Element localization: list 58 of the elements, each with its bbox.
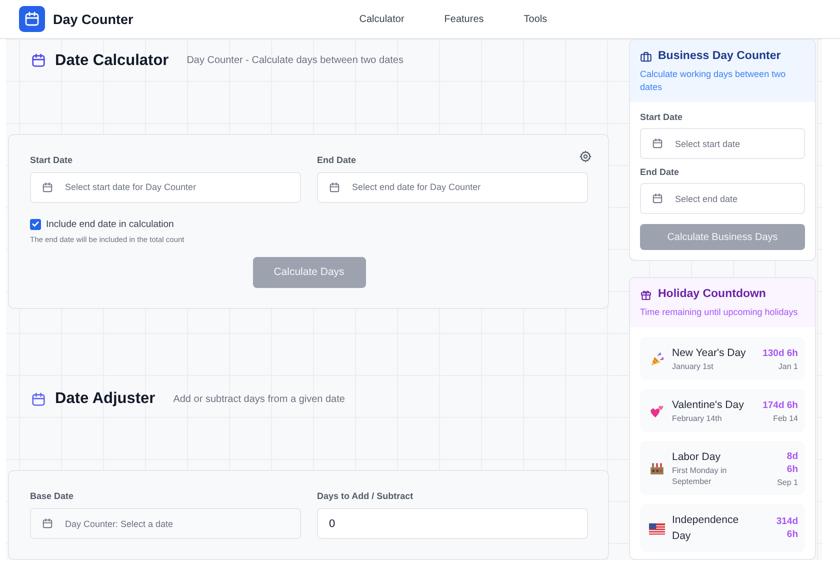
holiday-name: Labor Day [672,450,722,465]
holiday-short-date: Jan 1 [777,362,798,370]
holiday-item[interactable]: Valentine's Day February 14th 174d 6h Feb 14 [640,389,805,432]
section-title: Date Adjuster [55,390,156,408]
date-field[interactable]: Select start date [640,128,805,159]
section-subtitle: Day Counter - Calculate days between two dates [186,55,404,66]
nav-link[interactable]: Tools [524,14,548,24]
holiday-item[interactable]: New Year's Day January 1st 130d 6h Jan 1 [640,337,805,380]
factory-icon [649,460,665,476]
calendar-icon [42,182,53,192]
calendar-icon [329,182,340,192]
holiday-date: First Monday in September [672,465,728,487]
card-subtitle: Time remaining until upcoming holidays [640,306,799,319]
field-label: Start Date [640,112,684,122]
holiday-date: January 1st [672,361,714,372]
date-field[interactable]: Select end date [640,183,805,214]
nav-link[interactable]: Features [444,14,484,24]
field-label: Days to Add / Subtract [317,491,414,501]
card-title: Business Day Counter [658,50,781,62]
app-name: Day Counter [53,12,134,26]
calendar-icon [31,53,46,68]
checkbox[interactable] [30,218,41,230]
holiday-short-date: Feb 14 [772,414,798,422]
holiday-name: Independence Day [672,513,740,544]
card-subtitle: Calculate working days between two dates [640,68,787,94]
nav-link[interactable]: Calculator [359,14,404,24]
holiday-item[interactable]: Labor Day First Monday in September 8d 6h Sep 1 [640,441,805,495]
countdown-text: 174d 6h [762,398,798,412]
logo-icon [19,6,45,32]
briefcase-icon [640,50,652,62]
calendar-icon [31,392,46,407]
calendar-icon [652,138,663,149]
date-field[interactable]: Select end date for Day Counter [317,172,588,202]
checkbox-label: Include end date in calculation [46,218,174,230]
date-field[interactable]: Select start date for Day Counter [30,172,301,202]
party-popper-icon [649,350,665,366]
calendar-icon [42,518,53,529]
card-title: Holiday Countdown [658,288,766,300]
countdown-text: 130d 6h [762,346,798,360]
date-field[interactable]: Day Counter: Select a date [30,508,301,539]
field-label: End Date [640,167,680,177]
countdown-text: 8d 6h [786,450,798,476]
countdown-text: 314d 6h [775,515,798,541]
holiday-short-date: Sep 1 [776,478,798,486]
gift-icon [640,288,652,300]
flag-icon [649,522,665,534]
holiday-name: Valentine's Day [672,398,745,413]
holiday-name: New Year's Day [672,346,747,361]
settings-icon[interactable] [579,150,592,162]
holiday-date: February 14th [672,413,723,424]
calendar-icon [652,193,663,204]
field-label: End Date [317,154,358,164]
section-title: Date Calculator [55,52,169,70]
field-label: Start Date [30,154,74,164]
number-field[interactable]: 0 [317,508,588,539]
section-subtitle: Add or subtract days from a given date [173,394,345,405]
holiday-item[interactable]: Independence Day 314d 6h [640,504,805,552]
field-label: Base Date [30,491,75,501]
